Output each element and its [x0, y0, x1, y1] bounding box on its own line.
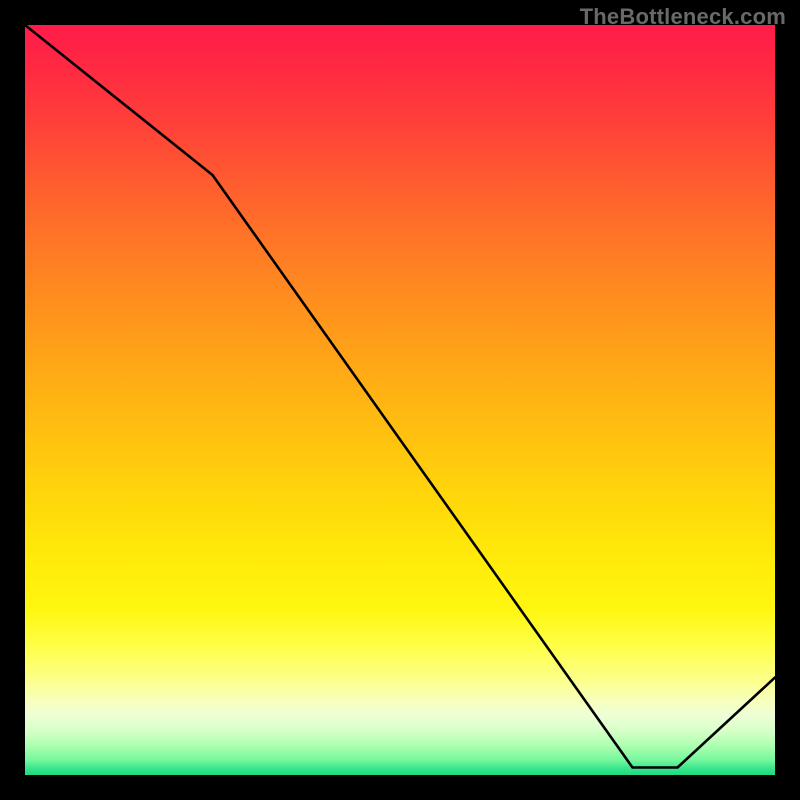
chart-root: TheBottleneck.com	[0, 0, 800, 800]
plot-background	[25, 25, 775, 775]
plot-frame	[25, 25, 775, 775]
watermark-text: TheBottleneck.com	[580, 4, 786, 30]
